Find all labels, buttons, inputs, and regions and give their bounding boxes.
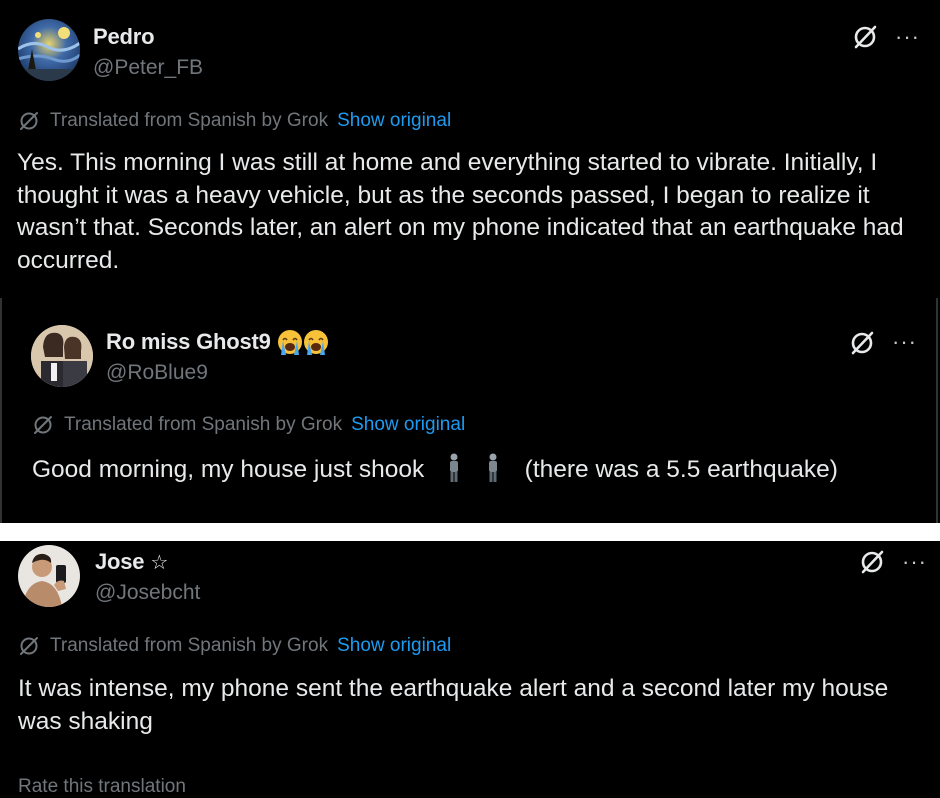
grok-translate-icon [18, 635, 40, 657]
show-original-link[interactable]: Show original [351, 414, 465, 436]
more-options-icon[interactable]: ··· [895, 26, 920, 48]
post-text-after: (there was a 5.5 earthquake) [524, 456, 838, 483]
author-name-text: Jose [95, 549, 145, 574]
grok-slash-icon[interactable] [859, 549, 885, 575]
post-text-before: Good morning, my house just shook [32, 456, 425, 483]
grok-translate-icon [18, 110, 40, 132]
translation-note-row: Translated from Spanish by Grok Show ori… [32, 414, 465, 436]
rate-translation-cutoff[interactable]: Rate this translation [18, 776, 186, 798]
grok-slash-icon[interactable] [852, 24, 878, 50]
post-text: Good morning, my house just shook (there… [32, 453, 922, 487]
avatar-jose[interactable] [18, 545, 80, 607]
standing-person-icon [445, 453, 463, 483]
post-text: Yes. This morning I was still at home an… [17, 149, 904, 274]
more-options-icon[interactable]: ··· [902, 551, 927, 573]
crying-face-emoji [277, 329, 303, 355]
author-handle[interactable]: @RoBlue9 [106, 361, 208, 385]
author-handle[interactable]: @Peter_FB [93, 56, 203, 80]
author-name-text: Ro miss Ghost9 [106, 329, 271, 354]
screenshot-separator [0, 523, 940, 541]
author-name[interactable]: Ro miss Ghost9 [106, 329, 329, 355]
star-badge-icon: ☆ [150, 551, 169, 574]
translation-note-row: Translated from Spanish by Grok Show ori… [18, 110, 451, 132]
crying-face-emoji [303, 329, 329, 355]
grok-translate-icon [32, 414, 54, 436]
author-name[interactable]: Pedro [93, 24, 155, 50]
translation-note-row: Translated from Spanish by Grok Show ori… [18, 635, 451, 657]
grok-slash-icon[interactable] [849, 330, 875, 356]
standing-person-icon [484, 453, 502, 483]
translation-note: Translated from Spanish by Grok [64, 414, 343, 435]
translation-note: Translated from Spanish by Grok [50, 635, 329, 656]
author-name[interactable]: Jose ☆ [95, 549, 168, 575]
post-pedro-container: Pedro @Peter_FB ··· Translated from Span… [0, 0, 940, 523]
post-text: It was intense, my phone sent the earthq… [18, 675, 889, 735]
avatar-ro-miss-ghost9[interactable] [31, 325, 93, 387]
show-original-link[interactable]: Show original [337, 110, 451, 132]
translation-note: Translated from Spanish by Grok [50, 110, 329, 131]
post-jose-container: Jose ☆ @Josebcht ··· Translated from Spa… [0, 541, 940, 788]
author-handle[interactable]: @Josebcht [95, 581, 200, 605]
more-options-icon[interactable]: ··· [892, 331, 917, 353]
show-original-link[interactable]: Show original [337, 635, 451, 657]
avatar-pedro[interactable] [18, 19, 80, 81]
